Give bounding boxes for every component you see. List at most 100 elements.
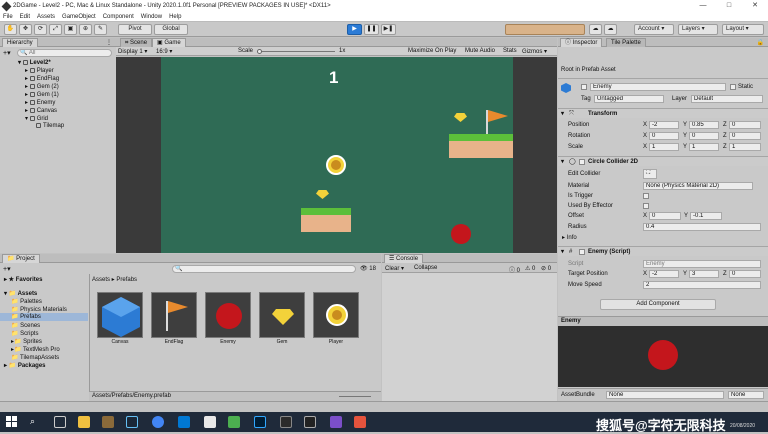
pause-button[interactable]: ❚❚: [364, 24, 379, 35]
move-tool-icon[interactable]: ✥: [19, 24, 32, 35]
tab-console[interactable]: ☰ Console: [384, 254, 424, 263]
steam-icon[interactable]: [126, 416, 138, 428]
menu-file[interactable]: File: [3, 14, 13, 20]
position-z-input[interactable]: 0: [729, 121, 761, 129]
active-checkbox[interactable]: [581, 84, 587, 90]
layout-dropdown[interactable]: Layout ▾: [722, 24, 764, 35]
target-z-input[interactable]: 0: [729, 270, 761, 278]
assets-folder[interactable]: ▾ 📁 Assets: [4, 290, 37, 297]
photoshop-icon[interactable]: [254, 416, 266, 428]
move-speed-input[interactable]: 2: [643, 281, 761, 289]
tab-scene[interactable]: ⌗ Scene: [120, 38, 153, 47]
rect-tool-icon[interactable]: ▣: [64, 24, 77, 35]
warning-count[interactable]: ⚠ 0: [525, 265, 535, 272]
asset-tile[interactable]: [151, 292, 197, 338]
preview-packages-badge[interactable]: [505, 24, 585, 35]
tab-hierarchy[interactable]: Hierarchy: [2, 38, 38, 47]
hierarchy-item[interactable]: ▸ Gem (1): [25, 91, 59, 98]
pivot-toggle[interactable]: Pivot: [118, 24, 152, 35]
info-foldout[interactable]: ▸ Info: [562, 234, 577, 241]
script-header[interactable]: ▾ # Enemy (Script): [558, 246, 768, 256]
hierarchy-item[interactable]: ▾ Grid: [25, 115, 48, 122]
hierarchy-search-input[interactable]: 🔍 All: [17, 49, 112, 57]
rotation-x-input[interactable]: 0: [649, 132, 679, 140]
hierarchy-item[interactable]: ▸ EndFlag: [25, 75, 59, 82]
asset-tile[interactable]: [259, 292, 305, 338]
hierarchy-item[interactable]: ▸ Canvas: [25, 107, 57, 114]
account-dropdown[interactable]: Account ▾: [634, 24, 674, 35]
menu-help[interactable]: Help: [169, 14, 181, 20]
app-icon[interactable]: [280, 416, 292, 428]
assetbundle-dropdown[interactable]: None: [606, 391, 724, 399]
offset-x-input[interactable]: 0: [649, 212, 681, 220]
transform-tool-icon[interactable]: ⊕: [79, 24, 92, 35]
gizmos-dropdown[interactable]: Gizmos ▾: [522, 48, 547, 55]
error-count[interactable]: ⊘ 0: [541, 265, 551, 272]
file-explorer-icon[interactable]: [78, 416, 90, 428]
rotate-tool-icon[interactable]: ⟳: [34, 24, 47, 35]
folder-item[interactable]: ▸📁 Sprites: [11, 338, 42, 345]
edge-icon[interactable]: [178, 416, 190, 428]
rotation-y-input[interactable]: 0: [689, 132, 719, 140]
breadcrumb-prefabs[interactable]: Prefabs: [116, 277, 137, 283]
collab-icon[interactable]: ☁: [589, 24, 602, 35]
minecraft-icon[interactable]: [102, 416, 114, 428]
step-button[interactable]: ▶❚: [381, 24, 396, 35]
scale-z-input[interactable]: 1: [729, 143, 761, 151]
collider-enabled-checkbox[interactable]: [579, 159, 585, 165]
scale-y-input[interactable]: 1: [689, 143, 719, 151]
scale-slider[interactable]: [257, 51, 335, 52]
scene-root[interactable]: ▾ Level2*: [18, 59, 51, 66]
menu-window[interactable]: Window: [141, 14, 162, 20]
visual-studio-icon[interactable]: [330, 416, 342, 428]
position-y-input[interactable]: 0.85: [689, 121, 719, 129]
hierarchy-item[interactable]: Tilemap: [36, 123, 64, 129]
panel-menu-icon[interactable]: ⋮: [106, 39, 112, 46]
scale-tool-icon[interactable]: ⤢: [49, 24, 62, 35]
windows-start-icon[interactable]: [6, 416, 18, 428]
folder-item[interactable]: 📁 Palettes: [11, 298, 42, 305]
folder-item[interactable]: 📁 Scenes: [11, 322, 40, 329]
hierarchy-item[interactable]: ▸ Gem (2): [25, 83, 59, 90]
maximize-button[interactable]: □: [716, 0, 742, 12]
minimize-button[interactable]: —: [690, 0, 716, 12]
play-button[interactable]: ▶: [347, 24, 362, 35]
tag-dropdown[interactable]: Untagged: [594, 95, 664, 103]
static-checkbox[interactable]: [730, 84, 736, 90]
assetbundle-variant-dropdown[interactable]: None: [728, 391, 764, 399]
search-icon[interactable]: ⌕: [30, 416, 42, 428]
menu-gameobject[interactable]: GameObject: [62, 14, 96, 20]
folder-item[interactable]: 📁 Physics Materials: [11, 306, 67, 313]
breadcrumb-assets[interactable]: Assets: [92, 277, 110, 283]
chrome-icon[interactable]: [152, 416, 164, 428]
clear-button[interactable]: Clear ▾: [385, 265, 404, 272]
edit-collider-button[interactable]: ⛶: [643, 169, 657, 179]
unity-hub-icon[interactable]: [304, 416, 316, 428]
rotation-z-input[interactable]: 0: [729, 132, 761, 140]
thumbnail-size-slider[interactable]: [339, 396, 371, 397]
hierarchy-item[interactable]: ▸ Player: [25, 67, 54, 74]
mute-audio-toggle[interactable]: Mute Audio: [465, 48, 495, 54]
asset-tile[interactable]: [97, 292, 143, 338]
services-icon[interactable]: ☁: [604, 24, 617, 35]
packages-folder[interactable]: ▸ 📁 Packages: [4, 362, 46, 369]
favorites-folder[interactable]: ▸ ★ Favorites: [4, 276, 42, 283]
collider-header[interactable]: ▾ ◯ Circle Collider 2D: [558, 156, 768, 166]
add-icon[interactable]: +▾: [3, 265, 11, 273]
target-x-input[interactable]: -2: [649, 270, 679, 278]
material-field[interactable]: None (Physics Material 2D): [643, 182, 753, 190]
hand-tool-icon[interactable]: ✋: [4, 24, 17, 35]
tab-game[interactable]: ▣ Game: [152, 38, 186, 47]
add-component-button[interactable]: Add Component: [600, 299, 716, 310]
used-by-effector-checkbox[interactable]: [643, 203, 649, 209]
collapse-toggle[interactable]: Collapse: [414, 265, 437, 271]
script-enabled-checkbox[interactable]: [579, 249, 585, 255]
info-count[interactable]: ⓘ 0: [509, 265, 520, 274]
task-view-icon[interactable]: [54, 416, 66, 428]
menu-component[interactable]: Component: [103, 14, 134, 20]
target-y-input[interactable]: 3: [689, 270, 719, 278]
app-icon[interactable]: [354, 416, 366, 428]
maximize-on-play-toggle[interactable]: Maximize On Play: [408, 48, 456, 54]
object-name-input[interactable]: Enemy: [590, 83, 726, 91]
is-trigger-checkbox[interactable]: [643, 193, 649, 199]
